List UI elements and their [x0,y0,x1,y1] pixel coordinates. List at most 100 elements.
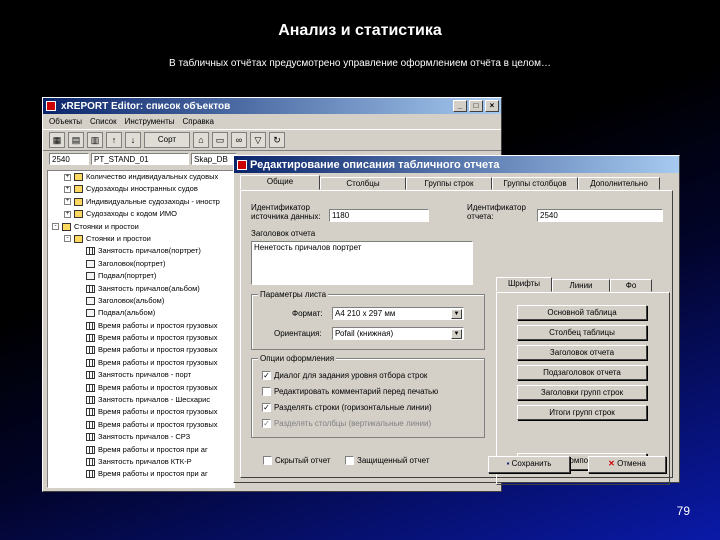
tree-item[interactable]: Заголовок(портрет) [48,258,234,270]
format-select[interactable]: А4 210 x 297 мм ▼ [332,307,464,320]
tree-item[interactable]: Время работы и простоя при аг [48,444,234,456]
chevron-down-icon[interactable]: ▼ [451,329,462,339]
binoculars-icon[interactable]: ∞ [231,132,247,148]
folder-icon[interactable]: ▭ [212,132,228,148]
grid-icon [86,408,95,417]
minimize-button[interactable]: _ [453,100,467,112]
tree-item[interactable]: Время работы и простоя грузовых [48,419,234,431]
object-tree[interactable]: + Количество индивидуальных судовых + Судоз… [47,170,235,488]
tree-item-label: Количество индивидуальных судовых [86,172,219,181]
grid-icon [86,383,95,392]
subtitle-font-button[interactable]: Подзаголовок отчета [517,365,647,380]
tree-item[interactable]: Подвал(портрет) [48,270,234,282]
tree-item[interactable]: Время работы и простоя при аг [48,468,234,480]
tree-item[interactable]: + Судозаходы с кодом ИМО [48,208,234,220]
checkbox[interactable]: ✓ [262,419,271,429]
dialog-titlebar[interactable]: Редактирование описания табличного отчет… [234,156,679,173]
tree-item[interactable]: Время работы и простоя грузовых [48,332,234,344]
expand-icon[interactable]: + [64,198,71,206]
chevron-down-icon[interactable]: ▼ [451,309,462,319]
menu-tools[interactable]: Инструменты [125,117,175,126]
column-font-button[interactable]: Столбец таблицы [517,325,647,340]
report-icon[interactable]: ▥ [87,132,103,148]
tree-item[interactable]: Время работы и простоя грузовых [48,382,234,394]
field-db[interactable]: Skap_DB [191,153,237,165]
orientation-select[interactable]: Роfail (книжная) ▼ [332,327,464,340]
tab-row-groups[interactable]: Группы строк [406,177,492,190]
collapse-icon[interactable]: - [52,223,59,231]
tree-item[interactable]: - Стоянки и простои [48,221,234,233]
grid-icon[interactable]: ▤ [68,132,84,148]
tab-columns[interactable]: Столбцы [320,177,406,190]
expand-icon[interactable]: + [64,185,71,193]
refresh-icon[interactable]: ↻ [269,132,285,148]
checkbox[interactable] [263,456,272,466]
tree-item-label: Стоянки и простои [86,233,151,243]
menu-objects[interactable]: Объекты [49,117,82,126]
report-id-field[interactable]: 2540 [537,209,663,222]
hidden-report-checkbox[interactable]: Скрытый отчет [263,456,331,466]
protected-report-checkbox[interactable]: Защищенный отчет [345,456,430,466]
checkbox[interactable] [262,387,271,397]
folder-icon [74,197,83,206]
option-edit-comment[interactable]: Редактировать комментарий перед печатью [262,387,438,397]
checkbox[interactable] [345,456,354,466]
orientation-value: Роfail (книжная) [335,329,394,338]
collapse-icon[interactable]: - [64,235,71,243]
field-id[interactable]: 2540 [49,153,89,165]
expand-icon[interactable]: + [64,210,71,218]
report-title-field[interactable]: Ненетость причалов портрет [251,241,473,285]
close-button[interactable]: × [485,100,499,112]
subtab-fonts[interactable]: Шрифты [496,277,552,292]
protected-report-label: Защищенный отчет [357,456,430,465]
open-folder-icon[interactable]: ⌂ [193,132,209,148]
tree-item[interactable]: Время работы и простоя грузовых [48,406,234,418]
tree-item[interactable]: Время работы и простоя грузовых [48,320,234,332]
tree-item[interactable]: Время работы и простоя грузовых [48,344,234,356]
page-number: 79 [676,504,690,518]
row-group-totals-font-button[interactable]: Итоги групп строк [517,405,647,420]
tree-item[interactable]: Занятость причалов - Шесхарис [48,394,234,406]
maximize-button[interactable]: □ [469,100,483,112]
tab-column-groups[interactable]: Группы столбцов [492,177,578,190]
tab-additional[interactable]: Дополнительно [578,177,660,190]
expand-icon[interactable]: + [64,173,71,181]
tree-item[interactable]: - Стоянки и простои [48,233,234,245]
tab-general[interactable]: Общие [240,175,320,190]
tree-item[interactable]: Занятость причалов(альбом) [48,283,234,295]
option-level-dialog[interactable]: ✓ Диалог для задания уровня отбора строк [262,371,427,381]
tree-item[interactable]: + Судозаходы иностранных судов [48,183,234,195]
tree-item[interactable]: Время работы и простоя грузовых [48,357,234,369]
row-group-headers-font-button[interactable]: Заголовки групп строк [517,385,647,400]
report-title-font-button[interactable]: Заголовок отчета [517,345,647,360]
tree-item[interactable]: Занятость причалов - порт [48,369,234,381]
checkbox[interactable]: ✓ [262,403,271,413]
tree-item[interactable]: Подвал(альбом) [48,307,234,319]
filter-icon[interactable]: ▽ [250,132,266,148]
tree-item[interactable]: Заголовок(альбом) [48,295,234,307]
main-titlebar[interactable]: xREPORT Editor: список объектов _ □ × [43,98,501,114]
sort-down-icon[interactable]: ↓ [125,132,141,148]
tree-item[interactable]: + Количество индивидуальных судовых [48,171,234,183]
sort-up-icon[interactable]: ↑ [106,132,122,148]
tree-item[interactable]: Занятость причалов(портрет) [48,245,234,257]
option-row-lines[interactable]: ✓ Разделять строки (горизонтальные линии) [262,403,432,413]
source-id-field[interactable]: 1180 [329,209,429,222]
main-table-font-button[interactable]: Основной таблица [517,305,647,320]
tree-item[interactable]: Занятость причалов - СРЗ [48,431,234,443]
cancel-button[interactable]: ✕ Отмена [588,456,666,473]
option-column-lines[interactable]: ✓ Разделять столбцы (вертикальные линии) [262,419,431,429]
field-code[interactable]: PT_STAND_01 [91,153,189,165]
table-icon[interactable]: ▦ [49,132,65,148]
checkbox[interactable]: ✓ [262,371,271,381]
tree-item[interactable]: + Индивидуальные судозаходы - иностр [48,196,234,208]
tree-item[interactable]: Занятость причалов КТК-Р [48,456,234,468]
sort-button[interactable]: Сорт [144,132,190,148]
subtab-lines[interactable]: Линии [552,279,610,292]
page-params-group: Параметры листа Формат: А4 210 x 297 мм … [251,290,485,350]
menu-help[interactable]: Справка [183,117,214,126]
save-button[interactable]: ▪ Сохранить [488,456,570,473]
menu-list[interactable]: Список [90,117,117,126]
subtab-background[interactable]: Фо [610,279,652,292]
font-subtabs: Шрифты Линии Фо [496,277,652,292]
